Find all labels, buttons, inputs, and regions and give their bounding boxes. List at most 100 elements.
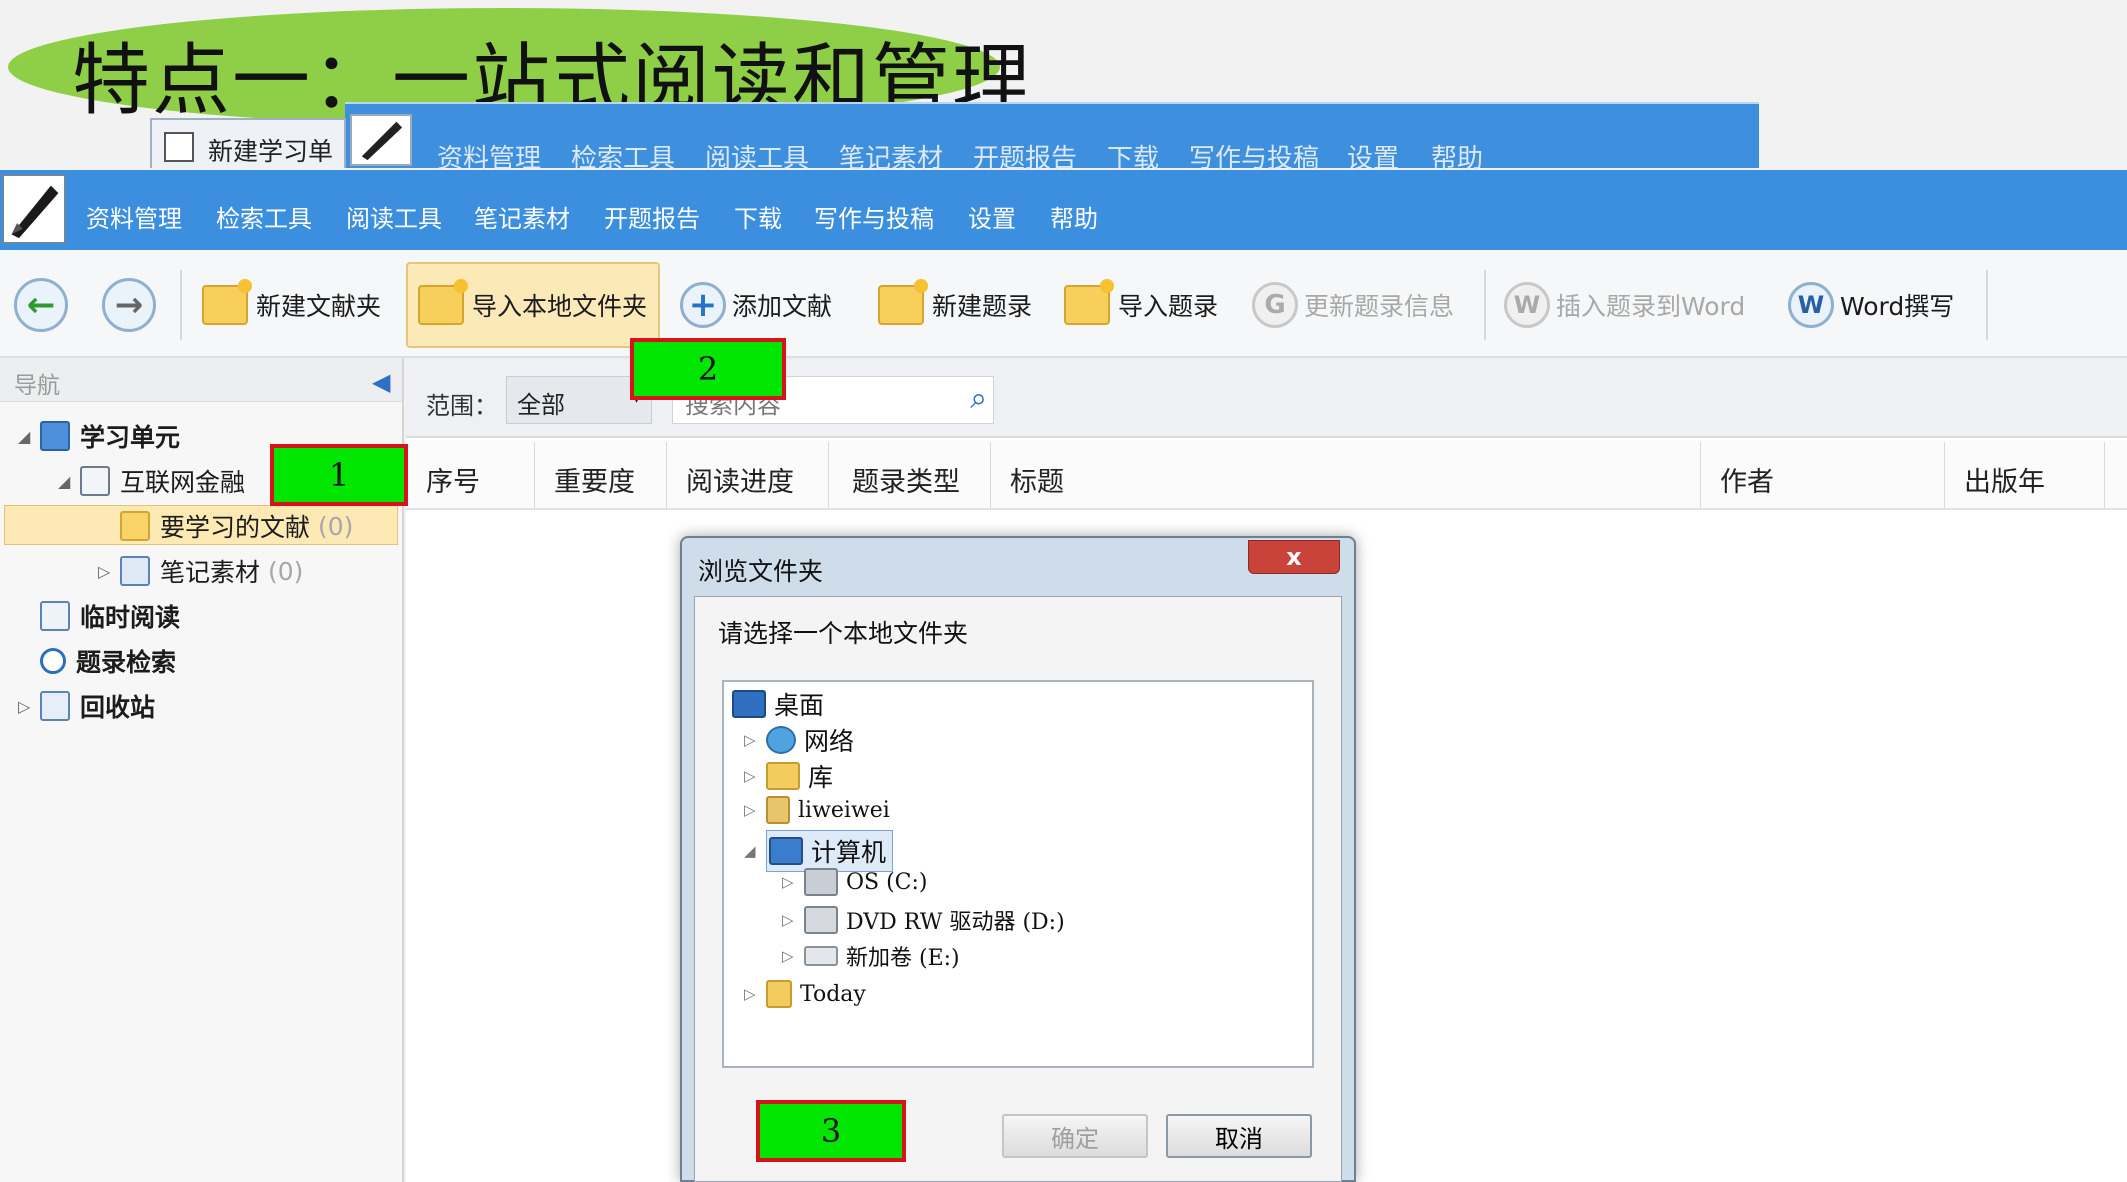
search-icon[interactable]: ⌕ <box>970 381 987 416</box>
folder-node-user[interactable]: ▷ liweiwei <box>744 796 890 824</box>
import-record-button[interactable]: 导入题录 <box>1064 262 1218 348</box>
refresh-icon: G <box>1252 282 1298 328</box>
step-badge-2: 2 <box>630 338 786 400</box>
library-icon <box>766 762 800 790</box>
notes-icon <box>120 556 150 586</box>
add-document-button[interactable]: + 添加文献 <box>680 262 832 348</box>
collapsed-arrow-icon[interactable]: ▷ <box>782 911 804 929</box>
column-header-importance[interactable]: 重要度 <box>554 460 635 499</box>
ok-button[interactable]: 确定 <box>1002 1114 1148 1158</box>
collapsed-arrow-icon[interactable]: ▷ <box>782 947 804 965</box>
folder-node-label: OS (C:) <box>846 869 928 895</box>
back-arrow-icon: ← <box>14 278 68 332</box>
nav-item-notes[interactable]: ▷ 笔记素材 (0) <box>98 553 303 589</box>
menu-item-proposal[interactable]: 开题报告 <box>604 199 700 234</box>
menu-item-search-tools[interactable]: 检索工具 <box>216 199 312 234</box>
column-header-author[interactable]: 作者 <box>1720 460 1774 499</box>
cancel-button[interactable]: 取消 <box>1166 1114 1312 1158</box>
network-icon <box>766 726 796 754</box>
folder-node-library[interactable]: ▷ 库 <box>744 758 833 794</box>
collapsed-arrow-icon[interactable]: ▷ <box>782 873 804 891</box>
menu-item-notes[interactable]: 笔记素材 <box>474 199 570 234</box>
new-record-label: 新建题录 <box>932 292 1033 321</box>
nav-item-study-unit[interactable]: ◢ 学习单元 <box>18 418 180 454</box>
new-folder-button[interactable]: 新建文献夹 <box>202 262 381 348</box>
folder-node-drive-e[interactable]: ▷ 新加卷 (E:) <box>782 940 960 972</box>
expanded-arrow-icon[interactable]: ◢ <box>744 842 766 860</box>
folder-icon <box>120 511 150 541</box>
menu-item-resources[interactable]: 资料管理 <box>86 199 182 234</box>
column-divider <box>828 442 829 508</box>
bg-tab-new-study-list[interactable]: 新建学习单 <box>150 118 346 168</box>
nav-item-count: (0) <box>318 511 354 541</box>
folder-node-drive-c[interactable]: ▷ OS (C:) <box>782 868 928 896</box>
menu-item-reading-tools[interactable]: 阅读工具 <box>346 199 442 234</box>
collapsed-arrow-icon[interactable]: ▷ <box>744 731 766 749</box>
column-header-index[interactable]: 序号 <box>426 460 480 499</box>
folder-node-label: Today <box>800 981 866 1007</box>
column-divider <box>990 442 991 508</box>
menu-item-download[interactable]: 下载 <box>734 199 782 234</box>
nav-title: 导航 <box>14 373 60 399</box>
new-record-button[interactable]: 新建题录 <box>878 262 1032 348</box>
nav-item-label: 回收站 <box>80 693 156 722</box>
nav-item-label: 互联网金融 <box>120 468 246 497</box>
folder-node-today[interactable]: ▷ Today <box>744 980 866 1008</box>
collapse-nav-icon[interactable]: ◀ <box>372 368 390 396</box>
nav-item-recycle-bin[interactable]: ▷ 回收站 <box>18 688 155 724</box>
app-logo-icon <box>2 174 66 244</box>
nav-item-internet-finance[interactable]: ◢ 互联网金融 <box>58 463 245 499</box>
expanded-arrow-icon[interactable]: ◢ <box>58 472 80 491</box>
nav-item-record-search[interactable]: 题录检索 <box>18 643 176 679</box>
toolbar-divider <box>1484 270 1486 340</box>
study-unit-icon <box>40 421 70 451</box>
column-header-title[interactable]: 标题 <box>1010 460 1064 499</box>
folder-node-label: 新加卷 (E:) <box>846 946 960 971</box>
toolbar-divider <box>180 270 182 340</box>
collapsed-arrow-icon[interactable]: ▷ <box>98 562 120 581</box>
word-write-button[interactable]: W Word撰写 <box>1788 262 1954 348</box>
nav-item-count: (0) <box>268 556 304 586</box>
menu-item-settings[interactable]: 设置 <box>968 199 1016 234</box>
nav-item-label: 题录检索 <box>76 648 177 677</box>
expanded-arrow-icon[interactable]: ◢ <box>18 427 40 446</box>
back-button[interactable]: ← <box>14 262 74 348</box>
collapsed-arrow-icon[interactable]: ▷ <box>744 767 766 785</box>
folder-node-label: DVD RW 驱动器 (D:) <box>846 910 1065 935</box>
plus-icon: + <box>680 282 726 328</box>
folder-node-label: 桌面 <box>774 691 825 720</box>
folder-node-label: 库 <box>808 763 834 792</box>
menu-item-help[interactable]: 帮助 <box>1050 199 1098 234</box>
collapsed-arrow-icon[interactable]: ▷ <box>744 801 766 819</box>
column-header-year[interactable]: 出版年 <box>1964 460 2045 499</box>
nav-item-docs-to-study[interactable]: 要学习的文献 (0) <box>98 508 353 544</box>
desktop-icon <box>732 690 766 718</box>
folder-node-computer[interactable]: ◢ 计算机 <box>744 830 894 872</box>
range-label: 范围： <box>426 392 498 420</box>
insert-to-word-button[interactable]: W 插入题录到Word <box>1504 262 1745 348</box>
menu-item-writing[interactable]: 写作与投稿 <box>814 199 934 234</box>
folder-node-desktop[interactable]: 桌面 <box>732 686 824 722</box>
column-divider <box>2104 442 2105 508</box>
step-badge-1: 1 <box>270 444 408 506</box>
word-write-icon: W <box>1788 282 1834 328</box>
update-record-button[interactable]: G 更新题录信息 <box>1252 262 1454 348</box>
import-local-folder-label: 导入本地文件夹 <box>472 292 648 321</box>
import-local-folder-button[interactable]: 导入本地文件夹 <box>406 262 660 348</box>
import-folder-icon <box>418 279 468 325</box>
forward-button[interactable]: → <box>102 262 162 348</box>
nav-item-temp-reading[interactable]: 临时阅读 <box>18 598 180 634</box>
column-header-reading-progress[interactable]: 阅读进度 <box>686 460 794 499</box>
import-record-icon <box>1064 279 1114 325</box>
collapsed-arrow-icon[interactable]: ▷ <box>744 985 766 1003</box>
word-insert-icon: W <box>1504 282 1550 328</box>
folder-node-network[interactable]: ▷ 网络 <box>744 722 854 758</box>
column-header-record-type[interactable]: 题录类型 <box>852 460 960 499</box>
range-select-value: 全部 <box>517 391 565 419</box>
close-button[interactable]: x <box>1248 540 1340 574</box>
toolbar-divider <box>1986 270 1988 340</box>
import-record-label: 导入题录 <box>1118 292 1219 321</box>
collapsed-arrow-icon[interactable]: ▷ <box>18 697 40 716</box>
selected-node[interactable]: 计算机 <box>766 830 894 872</box>
folder-node-drive-d[interactable]: ▷ DVD RW 驱动器 (D:) <box>782 904 1065 936</box>
